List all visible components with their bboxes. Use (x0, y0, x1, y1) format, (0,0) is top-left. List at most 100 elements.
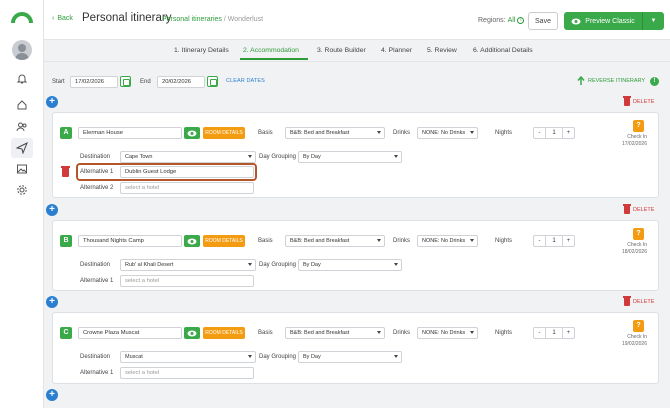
add-stop-button[interactable]: + (46, 296, 58, 308)
destination-value: Cape Town (125, 154, 153, 160)
info-icon[interactable]: ! (650, 77, 659, 86)
image-icon[interactable] (15, 162, 29, 176)
day-grouping-value: By Day (303, 262, 321, 268)
back-label: Back (57, 15, 73, 22)
hotel-name-input[interactable]: Thousand Nights Camp (78, 235, 182, 247)
tab-accommodation[interactable]: 2. Accommodation (243, 47, 299, 54)
destination-select[interactable]: Muscat (120, 351, 256, 363)
step-tabs: 1. Itinerary Details 2. Accommodation 3.… (44, 40, 670, 62)
decrement-button[interactable]: - (534, 328, 545, 338)
increment-button[interactable]: + (563, 236, 574, 246)
view-hotel-button[interactable] (184, 327, 200, 339)
nights-stepper[interactable]: -1 + (533, 235, 575, 247)
drinks-value: NONE: No Drinks (422, 238, 466, 244)
stop-letter-badge: B (60, 235, 72, 247)
decrement-button[interactable]: - (534, 236, 545, 246)
day-grouping-value: By Day (303, 354, 321, 360)
accommodation-card: A Elerman House ROOM DETAILS Basis B&B: … (52, 112, 659, 198)
hotel-name-input[interactable]: Elerman House (78, 127, 182, 139)
destination-select[interactable]: Rub' al Khali Desert (120, 259, 256, 271)
calendar-icon[interactable] (120, 76, 131, 87)
start-date-input[interactable]: 17/02/2026 (70, 76, 118, 88)
tab-additional-details[interactable]: 6. Additional Details (473, 47, 533, 54)
tab-itinerary-details[interactable]: 1. Itinerary Details (174, 47, 229, 54)
clear-dates-link[interactable]: CLEAR DATES (226, 78, 265, 84)
view-hotel-button[interactable] (184, 235, 200, 247)
check-in-date: 18/02/2026 (621, 249, 647, 255)
alternative-hotel-input[interactable]: select a hotel (120, 275, 254, 287)
tab-review[interactable]: 5. Review (427, 47, 457, 54)
basis-label: Basis (258, 330, 273, 336)
nights-label: Nights (495, 330, 513, 336)
delete-stop-button[interactable]: DELETE (623, 204, 654, 214)
room-details-button[interactable]: ROOM DETAILS (203, 235, 245, 247)
alternative-hotel-input[interactable]: select a hotel (120, 367, 254, 379)
back-link[interactable]: ‹ Back (52, 15, 73, 22)
delete-stop-button[interactable]: DELETE (623, 296, 654, 306)
basis-select[interactable]: B&B: Bed and Breakfast (285, 235, 385, 247)
room-details-button[interactable]: ROOM DETAILS (203, 127, 245, 139)
day-grouping-select[interactable]: By Day (298, 351, 402, 363)
add-stop-button[interactable]: + (46, 389, 58, 401)
user-avatar[interactable] (12, 40, 32, 60)
regions-label: Regions: (478, 17, 506, 24)
delete-label: DELETE (633, 99, 655, 105)
basis-value: B&B: Bed and Breakfast (290, 130, 350, 136)
stop-letter-badge: C (60, 327, 72, 339)
delete-stop-button[interactable]: DELETE (623, 96, 655, 106)
add-stop-button[interactable]: + (46, 96, 58, 108)
reverse-itinerary-link[interactable]: REVERSE ITINERARY (588, 78, 645, 84)
basis-select[interactable]: B&B: Bed and Breakfast (285, 127, 385, 139)
page-title: Personal itinerary (82, 12, 172, 24)
brand-logo-icon[interactable] (11, 10, 33, 24)
day-grouping-select[interactable]: By Day (298, 151, 402, 163)
end-date-input[interactable]: 20/02/2026 (157, 76, 205, 88)
help-button[interactable]: ? (633, 320, 644, 332)
gear-icon[interactable] (15, 183, 29, 197)
help-button[interactable]: ? (633, 120, 644, 132)
breadcrumb-link[interactable]: Personal itineraries (162, 16, 222, 23)
nights-stepper[interactable]: -1 + (533, 327, 575, 339)
room-details-button[interactable]: ROOM DETAILS (203, 327, 245, 339)
trash-icon[interactable] (61, 166, 70, 177)
caret-down-icon: ▼ (650, 18, 657, 24)
basis-select[interactable]: B&B: Bed and Breakfast (285, 327, 385, 339)
preview-classic-button[interactable]: Preview Classic (564, 12, 642, 30)
preview-label: Preview Classic (585, 17, 635, 25)
day-grouping-label: Day Grouping (259, 354, 297, 360)
nights-stepper[interactable]: -1 + (533, 127, 575, 139)
breadcrumb-separator: / (223, 16, 226, 23)
destination-select[interactable]: Cape Town (120, 151, 256, 163)
basis-label: Basis (258, 130, 273, 136)
drinks-select[interactable]: NONE: No Drinks (417, 327, 478, 339)
bell-icon[interactable] (15, 72, 29, 86)
preview-dropdown-button[interactable]: ▼ (642, 12, 664, 30)
decrement-button[interactable]: - (534, 128, 545, 138)
increment-button[interactable]: + (563, 128, 574, 138)
save-button[interactable]: Save (528, 12, 558, 30)
tab-planner[interactable]: 4. Planner (381, 47, 412, 54)
alternative-hotel-input[interactable]: select a hotel (120, 182, 254, 194)
send-icon[interactable] (11, 138, 33, 158)
view-hotel-button[interactable] (184, 127, 200, 139)
home-icon[interactable] (15, 98, 29, 112)
divider (44, 61, 670, 62)
regions-selector[interactable]: Regions: All i (478, 17, 525, 24)
drinks-select[interactable]: NONE: No Drinks (417, 235, 478, 247)
tab-route-builder[interactable]: 3. Route Builder (317, 47, 366, 54)
users-icon[interactable] (15, 120, 29, 134)
add-stop-button[interactable]: + (46, 204, 58, 216)
drinks-select[interactable]: NONE: No Drinks (417, 127, 478, 139)
hotel-name-input[interactable]: Crowne Plaza Muscat (78, 327, 182, 339)
eye-icon (571, 18, 581, 24)
day-grouping-select[interactable]: By Day (298, 259, 402, 271)
calendar-icon[interactable] (207, 76, 218, 87)
nights-label: Nights (495, 130, 513, 136)
day-grouping-label: Day Grouping (259, 262, 297, 268)
top-bar: ‹ Back Personal itinerary Personal itine… (44, 0, 670, 40)
check-in-info: Check In 17/02/2026 (615, 134, 647, 148)
regions-value: All (507, 17, 516, 24)
increment-button[interactable]: + (563, 328, 574, 338)
help-button[interactable]: ? (633, 228, 644, 240)
destination-value: Muscat (125, 354, 143, 360)
